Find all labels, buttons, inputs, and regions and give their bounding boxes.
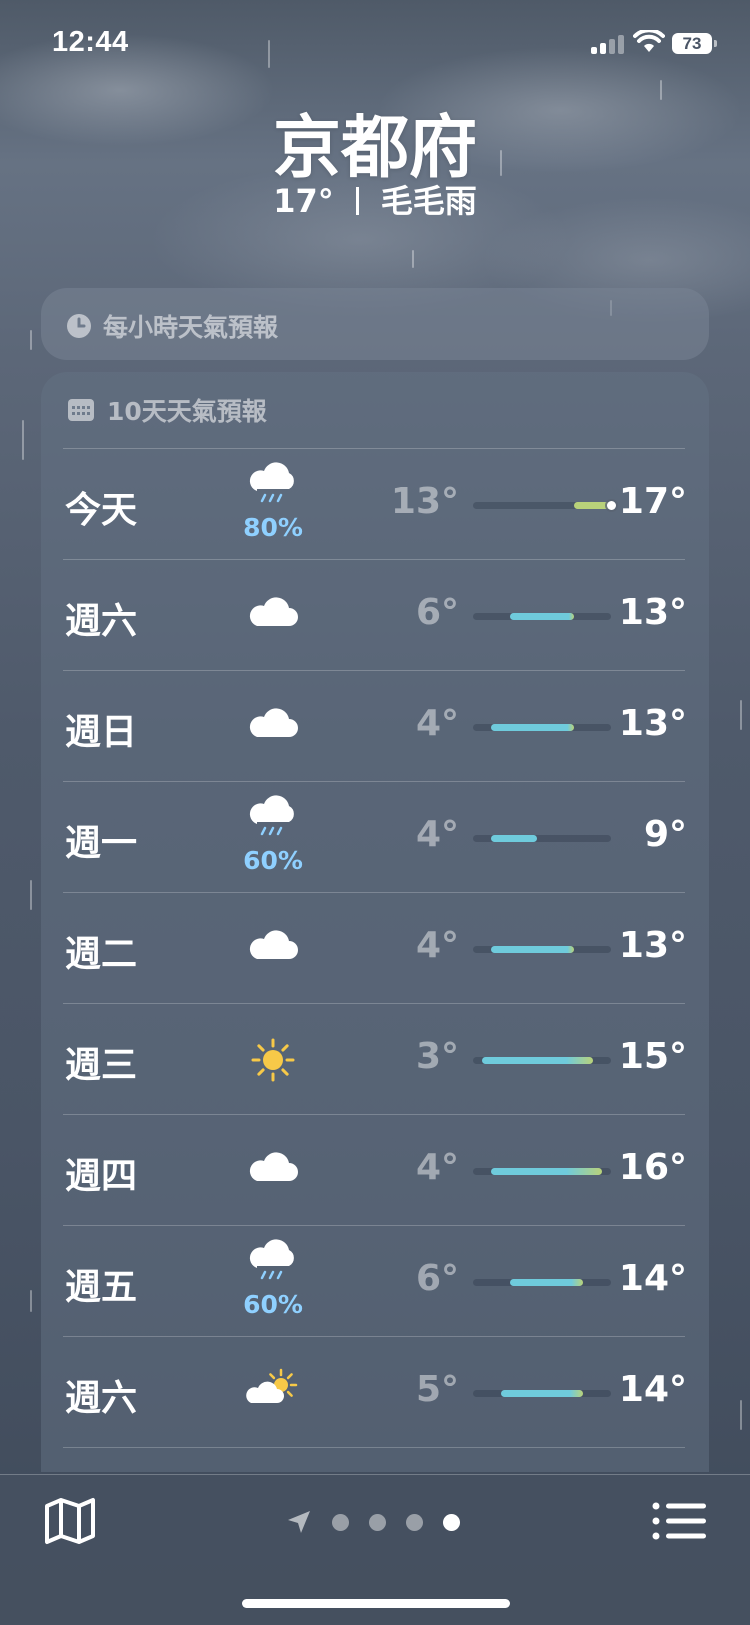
- clock-icon: [67, 314, 91, 338]
- cloud-icon: [243, 1135, 303, 1205]
- separator: [355, 187, 359, 215]
- temperature-range-bar: [473, 501, 616, 510]
- rain-streak: [740, 1400, 742, 1430]
- forecast-day: 週六: [65, 601, 138, 642]
- page-dot[interactable]: [369, 1513, 386, 1531]
- rain-streak: [30, 1290, 32, 1312]
- ten-day-forecast-title: 10天天氣預報: [107, 397, 267, 426]
- low-temperature: 4°: [415, 703, 459, 744]
- hourly-forecast-card[interactable]: 每小時天氣預報: [41, 288, 709, 360]
- low-temperature: 3°: [415, 1036, 459, 1077]
- current-condition: 毛毛雨: [380, 182, 477, 220]
- low-temperature: 4°: [415, 925, 459, 966]
- temperature-range-fill: [509, 1279, 584, 1286]
- location-arrow-icon: [288, 1511, 310, 1533]
- low-temperature: 13°: [390, 481, 459, 522]
- page-dot[interactable]: [332, 1513, 349, 1531]
- status-bar: 12:44 73: [0, 0, 750, 90]
- low-temperature: 6°: [415, 592, 459, 633]
- temperature-range-bar: [473, 946, 611, 953]
- wifi-icon: [633, 30, 665, 52]
- high-temperature: 13°: [618, 925, 687, 966]
- rain-streak: [22, 420, 24, 460]
- cloud-icon: [243, 913, 303, 983]
- cloud-icon: [243, 580, 303, 650]
- rain-streak: [412, 250, 414, 268]
- forecast-day: 今天: [65, 490, 138, 531]
- forecast-day: 週六: [65, 1378, 138, 1419]
- ten-day-forecast-card[interactable]: 10天天氣預報 今天 80% 13° 17° 週六 6° 13° 週日 4° 13° 週一 60% 4°…: [41, 372, 709, 1472]
- status-time: 12:44: [52, 26, 129, 58]
- temperature-range-bar: [473, 1279, 611, 1286]
- temperature-range-fill: [491, 835, 538, 842]
- calendar-icon: [68, 399, 94, 421]
- rain-streak: [740, 700, 742, 730]
- temperature-range-bar: [473, 1168, 611, 1175]
- temperature-range-fill: [491, 724, 575, 731]
- high-temperature: 13°: [618, 592, 687, 633]
- forecast-row[interactable]: 週五 60% 6° 14°: [63, 1225, 687, 1336]
- forecast-day: 週三: [65, 1045, 138, 1086]
- low-temperature: 4°: [415, 1147, 459, 1188]
- current-temperature: 17°: [273, 182, 334, 220]
- list-icon[interactable]: [652, 1501, 706, 1541]
- cloud-icon: [243, 691, 303, 761]
- map-icon[interactable]: [44, 1497, 96, 1545]
- forecast-row[interactable]: 今天 80% 13° 17°: [63, 448, 687, 559]
- ten-day-forecast-header: 10天天氣預報: [67, 392, 267, 428]
- temperature-range-bar: [473, 724, 611, 731]
- page-indicator[interactable]: [286, 1509, 460, 1535]
- forecast-row[interactable]: 週三 3° 15°: [63, 1003, 687, 1114]
- forecast-day: 週五: [65, 1267, 138, 1308]
- high-temperature: 13°: [618, 703, 687, 744]
- forecast-row[interactable]: 週四 4° 16°: [63, 1114, 687, 1225]
- temperature-range-bar: [473, 1390, 611, 1397]
- temperature-range-fill: [491, 1168, 602, 1175]
- bottom-toolbar: [0, 1474, 750, 1625]
- battery-indicator: 73: [672, 33, 717, 54]
- low-temperature: 6°: [415, 1258, 459, 1299]
- forecast-day: 週二: [65, 934, 138, 975]
- forecast-rows: 今天 80% 13° 17° 週六 6° 13° 週日 4° 13° 週一 60% 4° 9° 週二 4° 13…: [63, 448, 687, 1472]
- forecast-row[interactable]: 週一 60% 4° 9°: [63, 781, 687, 892]
- forecast-day: 週一: [65, 823, 138, 864]
- high-temperature: 9°: [643, 814, 687, 855]
- temperature-range-bar: [473, 1057, 611, 1064]
- forecast-row-partial: [63, 1447, 685, 1472]
- high-temperature: 17°: [618, 481, 687, 522]
- forecast-day: 週日: [65, 712, 138, 753]
- home-indicator: [242, 1599, 510, 1608]
- temperature-range-bar: [473, 613, 611, 620]
- page-dot-active[interactable]: [443, 1513, 460, 1531]
- forecast-row[interactable]: 週二 4° 13°: [63, 892, 687, 1003]
- low-temperature: 5°: [415, 1369, 459, 1410]
- forecast-row[interactable]: 週日 4° 13°: [63, 670, 687, 781]
- rain-streak: [30, 880, 32, 910]
- temperature-range-fill: [491, 946, 575, 953]
- sun-icon: [243, 1024, 303, 1094]
- precipitation-chance: 60%: [243, 1290, 303, 1319]
- current-conditions: 17° 毛毛雨: [0, 176, 750, 222]
- partly-sunny-icon: [243, 1357, 303, 1427]
- temperature-range-fill: [500, 1390, 584, 1397]
- low-temperature: 4°: [415, 814, 459, 855]
- high-temperature: 16°: [618, 1147, 687, 1188]
- forecast-row[interactable]: 週六 6° 13°: [63, 559, 687, 670]
- high-temperature: 15°: [618, 1036, 687, 1077]
- cellular-signal-icon: [591, 34, 625, 54]
- precipitation-chance: 60%: [243, 846, 303, 875]
- hourly-forecast-header: 每小時天氣預報: [65, 308, 278, 344]
- temperature-range-fill: [482, 1057, 593, 1064]
- forecast-row[interactable]: 週六 5° 14°: [63, 1336, 687, 1447]
- rain-streak: [30, 330, 32, 350]
- page-dot[interactable]: [406, 1513, 423, 1531]
- temperature-range-bar: [473, 835, 611, 842]
- forecast-day: 週四: [65, 1156, 138, 1197]
- hourly-forecast-title: 每小時天氣預報: [103, 313, 279, 342]
- temperature-range-fill: [509, 613, 575, 620]
- high-temperature: 14°: [618, 1258, 687, 1299]
- high-temperature: 14°: [618, 1369, 687, 1410]
- precipitation-chance: 80%: [243, 513, 303, 542]
